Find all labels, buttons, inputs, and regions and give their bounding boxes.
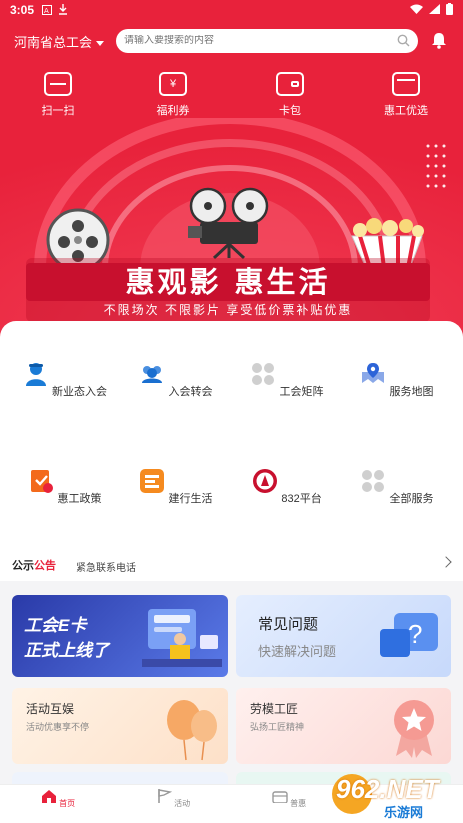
all-services-icon	[362, 470, 385, 492]
svg-text:A: A	[44, 7, 49, 15]
region-label: 河南省总工会	[14, 35, 93, 50]
worker-icon	[25, 363, 46, 386]
notice-tag: 公示公告	[12, 557, 56, 573]
search-input[interactable]	[124, 35, 384, 46]
wifi-icon	[410, 4, 423, 14]
svg-text:?: ?	[408, 619, 422, 649]
service-label: 服务地图	[389, 386, 434, 398]
service-new-member[interactable]: 新业态入会	[15, 361, 115, 399]
tab-activity[interactable]: 活动	[143, 789, 203, 809]
group-icon	[142, 366, 163, 383]
flag-icon	[158, 789, 173, 803]
quick-label: 福利券	[156, 105, 190, 117]
service-label: 新业态入会	[52, 386, 108, 398]
download-icon	[58, 4, 68, 18]
notification-a-icon: A	[42, 4, 52, 18]
question-icon: ?	[380, 613, 438, 657]
service-panel: 新业态入会 入会转会 工会矩阵 服务地图 惠工政策 建行生活 832平台 全部服…	[0, 321, 463, 561]
watermark-logo: 962.NET 乐游网	[332, 770, 460, 820]
service-label: 832平台	[281, 493, 322, 505]
quick-scan[interactable]: 扫一扫	[18, 72, 98, 118]
labor-model-card[interactable]: 劳模工匠 弘扬工匠精神	[236, 688, 451, 764]
quick-label: 卡包	[279, 105, 301, 117]
status-right	[410, 3, 453, 15]
watermark-sub: 乐游网	[384, 805, 424, 820]
search-box[interactable]	[116, 29, 418, 53]
service-label: 惠工政策	[57, 493, 102, 505]
service-label: 工会矩阵	[279, 386, 324, 398]
service-policy[interactable]: 惠工政策	[15, 468, 115, 506]
status-time: 3:05	[10, 3, 35, 17]
status-bar: 3:05 A	[0, 0, 463, 22]
labor-title: 劳模工匠	[250, 702, 299, 716]
tab-home[interactable]: 首页	[28, 789, 88, 809]
service-label: 入会转会	[168, 386, 213, 398]
banner-subtitle: 不限场次 不限影片 享受低价票补贴优惠	[103, 303, 353, 317]
top-bar: 河南省总工会	[0, 26, 463, 56]
wallet-icon	[276, 72, 304, 96]
notice-text: 紧急联系电话	[76, 563, 136, 574]
ccb-life-icon	[140, 469, 165, 493]
gift-icon	[272, 791, 288, 804]
service-ccb-life[interactable]: 建行生活	[126, 468, 226, 506]
notice-tag-b: 公告	[34, 560, 56, 572]
faq-subtitle: 快速解决问题	[258, 644, 337, 659]
quick-shop[interactable]: 惠工优选	[366, 72, 446, 118]
service-union-matrix[interactable]: 工会矩阵	[237, 361, 337, 399]
policy-icon	[31, 470, 54, 493]
service-all[interactable]: 全部服务	[347, 468, 447, 506]
faq-title: 常见问题	[258, 616, 319, 633]
coupon-icon: ¥	[159, 72, 187, 96]
caret-down-icon	[96, 41, 105, 47]
tab-label: 活动	[174, 799, 191, 808]
ecard-illustration	[142, 609, 222, 667]
service-832-platform[interactable]: 832平台	[237, 468, 337, 506]
signal-icon	[429, 4, 440, 14]
ecard-line1: 工会E卡	[24, 616, 87, 635]
activity-title: 活动互娱	[26, 702, 75, 716]
balloon-icon	[167, 700, 217, 761]
chevron-right-icon[interactable]	[440, 556, 452, 568]
notice-bar[interactable]: 公示公告 紧急联系电话	[0, 551, 463, 581]
home-icon	[41, 790, 56, 803]
quick-coupon[interactable]: ¥ 福利券	[133, 72, 213, 118]
bell-icon[interactable]	[431, 32, 447, 49]
tab-benefits[interactable]: 普惠	[259, 789, 319, 809]
quick-label: 惠工优选	[384, 105, 428, 117]
labor-subtitle: 弘扬工匠精神	[250, 722, 305, 732]
banner-title: 惠观影 惠生活	[26, 263, 430, 301]
app-screen: 3:05 A 河南省总工会 扫一扫 ¥ 福利券 卡包	[0, 0, 463, 823]
grid-icon	[252, 363, 275, 385]
activity-subtitle: 活动优惠享不停	[26, 722, 90, 732]
union-emblem-icon	[253, 469, 278, 493]
quick-label: 扫一扫	[41, 105, 75, 117]
search-icon[interactable]	[397, 34, 410, 47]
service-map[interactable]: 服务地图	[347, 361, 447, 399]
faq-card[interactable]: 常见问题 快速解决问题 ?	[236, 595, 451, 677]
quick-wallet[interactable]: 卡包	[250, 72, 330, 118]
region-selector[interactable]: 河南省总工会	[14, 32, 105, 51]
scan-icon	[44, 72, 72, 96]
tab-label: 首页	[59, 799, 76, 808]
promo-banner[interactable]: 惠观影 惠生活 不限场次 不限影片 享受低价票补贴优惠	[0, 118, 463, 338]
service-join-transfer[interactable]: 入会转会	[126, 361, 226, 399]
watermark-brand: 962.NET	[336, 774, 439, 804]
notice-tag-a: 公示	[12, 560, 34, 572]
shop-icon	[392, 72, 420, 96]
tab-label: 普惠	[290, 799, 307, 808]
battery-icon	[446, 3, 453, 15]
service-label: 建行生活	[168, 493, 213, 505]
ecard-line2: 正式上线了	[24, 641, 109, 660]
map-pin-icon	[362, 363, 385, 383]
activity-card[interactable]: 活动互娱 活动优惠享不停	[12, 688, 228, 764]
medal-icon	[394, 700, 434, 758]
ecard-banner[interactable]: 工会E卡 正式上线了	[12, 595, 228, 677]
service-label: 全部服务	[389, 493, 434, 505]
